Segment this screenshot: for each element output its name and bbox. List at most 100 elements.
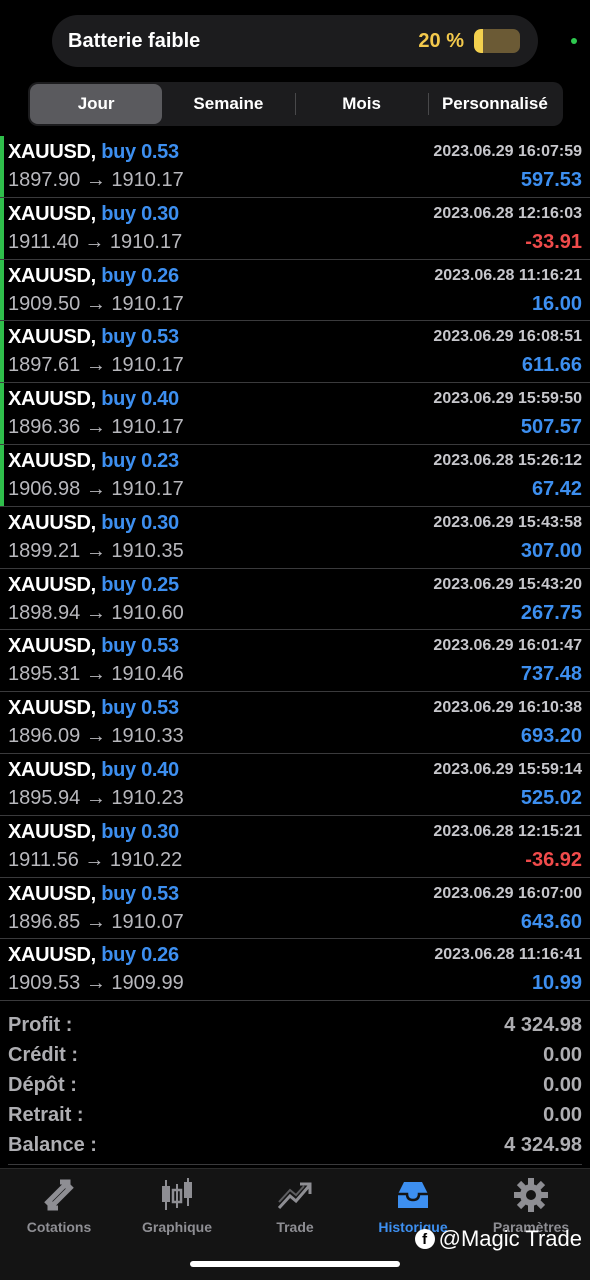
trade-row[interactable]: XAUUSD, buy 0.30 2023.06.28 12:15:21 1911.… — [0, 816, 590, 878]
trade-row[interactable]: XAUUSD, buy 0.53 2023.06.29 16:08:51 1897.… — [0, 321, 590, 384]
summary-value: 0.00 — [543, 1043, 582, 1066]
trade-row[interactable]: XAUUSD, buy 0.53 2023.06.29 16:01:47 1895.… — [0, 630, 590, 693]
trade-prices: 1906.98 → 1910.17 — [8, 477, 184, 500]
trade-header: XAUUSD, buy 0.53 — [8, 326, 179, 349]
period-tab-day[interactable]: Jour — [30, 84, 163, 124]
tab-cotations[interactable]: Cotations — [0, 1169, 118, 1235]
trade-side-volume: buy 0.53 — [101, 882, 179, 905]
trade-header: XAUUSD, buy 0.30 — [8, 821, 179, 844]
trade-side-volume: buy 0.30 — [101, 820, 179, 843]
trade-row[interactable]: XAUUSD, buy 0.53 2023.06.29 16:07:59 1897.… — [0, 136, 590, 198]
trade-row[interactable]: XAUUSD, buy 0.40 2023.06.29 15:59:50 1896.… — [0, 383, 590, 445]
trade-prices: 1895.94 → 1910.23 — [8, 786, 184, 809]
trade-profit: 67.42 — [531, 477, 582, 500]
trade-prices: 1896.85 → 1910.07 — [8, 910, 184, 933]
trade-profit: 525.02 — [520, 786, 582, 809]
trade-symbol: XAUUSD, — [8, 202, 96, 225]
trade-time: 2023.06.28 15:26:12 — [433, 451, 582, 469]
trade-row[interactable]: XAUUSD, buy 0.26 2023.06.28 11:16:41 1909.… — [0, 939, 590, 1002]
trade-symbol: XAUUSD, — [8, 635, 96, 658]
summary-label: Profit : — [8, 1013, 73, 1036]
trade-prices: 1899.21 → 1910.35 — [8, 539, 184, 562]
trade-prices: 1895.31 → 1910.46 — [8, 663, 184, 686]
history-trade-list: XAUUSD, buy 0.53 2023.06.29 16:07:59 1897.… — [0, 136, 590, 1002]
period-tab-week[interactable]: Semaine — [162, 84, 294, 124]
trade-row[interactable]: XAUUSD, buy 0.26 2023.06.28 11:16:21 1909.… — [0, 259, 590, 322]
home-indicator[interactable] — [190, 1261, 400, 1267]
trade-row[interactable]: XAUUSD, buy 0.40 2023.06.29 15:59:14 1895.… — [0, 754, 590, 816]
tab-label: Graphique — [141, 1219, 212, 1235]
trade-prices: 1898.94 → 1910.60 — [8, 601, 184, 624]
trade-header: XAUUSD, buy 0.25 — [8, 574, 179, 597]
period-tab-custom[interactable]: Personnalisé — [429, 84, 561, 124]
trade-header: XAUUSD, buy 0.30 — [8, 512, 179, 535]
summary-label: Balance : — [8, 1134, 97, 1157]
trade-side-volume: buy 0.53 — [101, 141, 179, 163]
trade-time: 2023.06.29 16:01:47 — [433, 637, 582, 655]
summary-divider — [8, 1164, 582, 1165]
trade-row[interactable]: XAUUSD, buy 0.53 2023.06.29 16:07:00 1896.… — [0, 878, 590, 940]
trade-profit: 16.00 — [531, 292, 582, 315]
summary-value: 4 324.98 — [504, 1013, 582, 1036]
tab-graphique[interactable]: Graphique — [118, 1169, 236, 1235]
quotes-arrows-icon — [39, 1175, 79, 1215]
trade-prices: 1897.90 → 1910.17 — [8, 169, 184, 191]
summary-label: Crédit : — [8, 1043, 78, 1066]
trade-time: 2023.06.29 15:43:20 — [433, 575, 582, 593]
trade-header: XAUUSD, buy 0.53 — [8, 697, 179, 720]
trade-header: XAUUSD, buy 0.53 — [8, 883, 179, 906]
tab-trade[interactable]: Trade — [236, 1169, 354, 1235]
trade-time: 2023.06.29 16:08:51 — [433, 328, 582, 346]
trade-header: XAUUSD, buy 0.53 — [8, 141, 179, 164]
watermark: f @Magic Trade — [414, 1226, 582, 1252]
tab-label: Trade — [276, 1219, 314, 1235]
trade-profit: 267.75 — [520, 601, 582, 624]
trade-profit: 737.48 — [520, 663, 582, 686]
trade-header: XAUUSD, buy 0.40 — [8, 759, 179, 782]
summary-label: Retrait : — [8, 1104, 84, 1127]
summary-value: 0.00 — [543, 1073, 582, 1096]
trade-header: XAUUSD, buy 0.40 — [8, 388, 179, 411]
trade-symbol: XAUUSD, — [8, 573, 96, 596]
trade-row[interactable]: XAUUSD, buy 0.25 2023.06.29 15:43:20 1898.… — [0, 569, 590, 631]
trade-symbol: XAUUSD, — [8, 511, 96, 534]
camera-indicator-dot — [571, 38, 577, 44]
trade-prices: 1909.53 → 1909.99 — [8, 972, 184, 995]
trade-profit: 10.99 — [531, 972, 582, 995]
trade-time: 2023.06.29 15:43:58 — [433, 513, 582, 531]
facebook-icon: f — [414, 1229, 435, 1249]
trade-time: 2023.06.29 16:07:00 — [433, 884, 582, 902]
trade-time: 2023.06.28 11:16:21 — [434, 266, 582, 284]
trade-symbol: XAUUSD, — [8, 697, 96, 720]
trade-header: XAUUSD, buy 0.26 — [8, 944, 179, 967]
battery-title: Batterie faible — [68, 29, 201, 52]
trade-trend-icon — [275, 1175, 315, 1215]
trade-profit: 307.00 — [520, 539, 582, 562]
summary-label: Dépôt : — [8, 1073, 77, 1096]
trade-row[interactable]: XAUUSD, buy 0.23 2023.06.28 15:26:12 1906.… — [0, 444, 590, 507]
trade-side-volume: buy 0.53 — [101, 635, 179, 658]
trade-time: 2023.06.29 15:59:14 — [433, 760, 582, 778]
trade-profit: 507.57 — [520, 416, 582, 439]
summary-row: Profit : 4 324.98 — [0, 1010, 590, 1040]
trade-prices: 1897.61 → 1910.17 — [8, 354, 184, 377]
battery-icon — [474, 29, 520, 53]
trade-side-volume: buy 0.23 — [101, 449, 179, 472]
trade-prices: 1911.40 → 1910.17 — [8, 230, 183, 253]
trade-prices: 1909.50 → 1910.17 — [8, 292, 184, 315]
trade-header: XAUUSD, buy 0.30 — [8, 203, 179, 226]
trade-row[interactable]: XAUUSD, buy 0.53 2023.06.29 16:10:38 1896.… — [0, 692, 590, 754]
trade-profit: -36.92 — [525, 848, 582, 871]
summary-value: 4 324.98 — [504, 1134, 582, 1157]
trade-header: XAUUSD, buy 0.23 — [8, 450, 179, 473]
trade-row[interactable]: XAUUSD, buy 0.30 2023.06.29 15:43:58 1899.… — [0, 507, 590, 569]
trade-row[interactable]: XAUUSD, buy 0.30 2023.06.28 12:16:03 1911.… — [0, 197, 590, 260]
gear-icon — [511, 1175, 551, 1215]
trade-side-volume: buy 0.26 — [101, 264, 179, 287]
trade-prices: 1896.09 → 1910.33 — [8, 725, 184, 748]
summary-row: Crédit : 0.00 — [0, 1040, 590, 1070]
period-tab-month[interactable]: Mois — [296, 84, 428, 124]
tab-label: Cotations — [26, 1219, 92, 1235]
trade-side-volume: buy 0.53 — [101, 326, 179, 349]
trade-time: 2023.06.29 16:07:59 — [433, 143, 582, 160]
